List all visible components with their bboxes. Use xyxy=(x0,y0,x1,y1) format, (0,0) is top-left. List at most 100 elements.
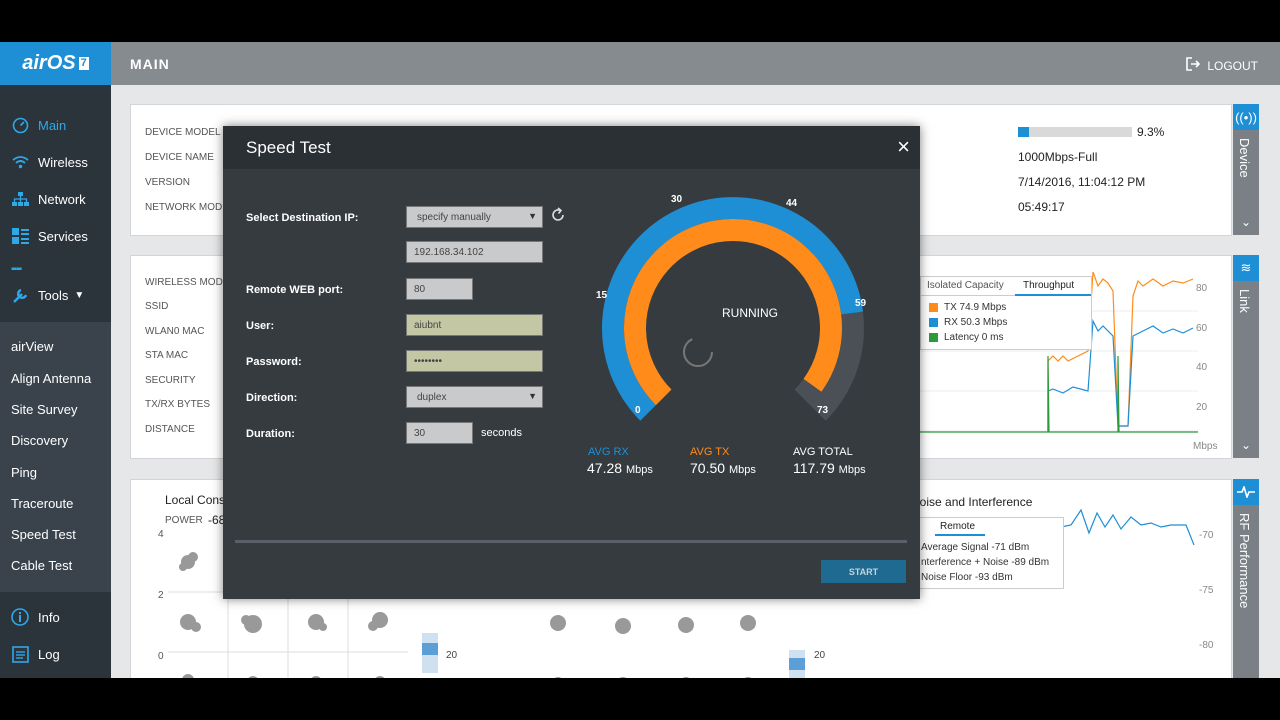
cpu-bar-fill xyxy=(1018,127,1029,137)
axis-tick: 40 xyxy=(1196,362,1208,373)
close-icon[interactable]: × xyxy=(897,134,910,160)
app-screen: airOS 7 Main Wireless Network Services ▪▪… xyxy=(0,42,1280,678)
sidebar-item-info[interactable]: Info xyxy=(0,602,111,632)
sidebar-item-services[interactable]: Services xyxy=(0,221,111,251)
tool-ping[interactable]: Ping xyxy=(11,465,37,480)
gauge-tick: 0 xyxy=(635,405,641,416)
caret-down-icon: ▼ xyxy=(528,211,537,221)
gauge-tick: 59 xyxy=(855,298,867,309)
distance-label: DISTANCE xyxy=(145,424,195,435)
ssid-label: SSID xyxy=(145,301,169,312)
tool-speed-test[interactable]: Speed Test xyxy=(11,527,76,542)
ip-input[interactable]: 192.168.34.102 xyxy=(406,241,543,263)
start-button[interactable]: START xyxy=(821,560,906,583)
noise-legend: Remote Average Signal -71 dBm nterferenc… xyxy=(906,517,1064,589)
power-label: POWER xyxy=(165,515,203,526)
wireless-mode-label: WIRELESS MODE xyxy=(145,277,230,288)
tool-airview[interactable]: airView xyxy=(11,339,53,354)
direction-label: Direction: xyxy=(246,392,298,404)
legend-tx: TX 74.9 Mbps xyxy=(929,302,1006,313)
device-name-label: DEVICE NAME xyxy=(145,152,214,163)
logout-button[interactable]: LOGOUT xyxy=(1186,57,1258,74)
security-label: SECURITY xyxy=(145,375,196,386)
tab-throughput[interactable]: Throughput xyxy=(1015,277,1091,296)
dots-icon: ▪▪▪▪ xyxy=(11,264,22,275)
user-input[interactable]: aiubnt xyxy=(406,314,543,336)
gauge-tick: 73 xyxy=(817,405,829,416)
duration-input[interactable]: 30 xyxy=(406,422,473,444)
axis-tick: 20 xyxy=(1196,402,1208,413)
destination-select[interactable]: specify manually ▼ xyxy=(406,206,543,228)
tool-cable-test[interactable]: Cable Test xyxy=(11,558,72,573)
direction-select[interactable]: duplex ▼ xyxy=(406,386,543,408)
info-icon xyxy=(11,608,29,626)
legend-latency: Latency 0 ms xyxy=(929,332,1003,343)
signal-bar-remote xyxy=(789,650,805,678)
axis-tick: -80 xyxy=(1199,640,1214,651)
sidebar-item-network[interactable]: Network xyxy=(0,184,111,214)
speed-test-dialog: Speed Test × Select Destination IP: spec… xyxy=(223,126,920,599)
cpu-bar xyxy=(1018,127,1132,137)
port-input[interactable]: 80 xyxy=(406,278,473,300)
sidebar-item-label: Main xyxy=(38,117,67,133)
sidebar-item-label: Wireless xyxy=(38,154,88,170)
tab-rf-label: RF Performance xyxy=(1237,513,1252,609)
refresh-icon[interactable] xyxy=(549,206,567,229)
sidebar-item-label: Log xyxy=(38,646,60,662)
sidebar-item-wireless[interactable]: Wireless xyxy=(0,147,111,177)
axis-tick: 80 xyxy=(1196,283,1208,294)
noise-title: Noise and Interference xyxy=(911,495,1033,509)
lan-speed-value: 1000Mbps-Full xyxy=(1018,150,1098,164)
gauge-tick: 44 xyxy=(786,198,798,209)
wifi-icon: ≋ xyxy=(1233,255,1259,281)
uptime-value: 05:49:17 xyxy=(1018,200,1065,214)
sta-mac-label: STA MAC xyxy=(145,350,189,361)
tab-link[interactable]: ≋ Link ⌄ xyxy=(1233,255,1259,458)
duration-label: Duration: xyxy=(246,428,295,440)
status-running: RUNNING xyxy=(722,306,778,320)
tab-device[interactable]: ((•)) Device ⌄ xyxy=(1233,104,1259,235)
sidebar-item-log[interactable]: Log xyxy=(0,639,111,669)
destination-label: Select Destination IP: xyxy=(246,212,359,224)
tool-traceroute[interactable]: Traceroute xyxy=(11,496,73,511)
avg-total-value: 117.79 Mbps xyxy=(793,460,866,476)
chevron-down-icon: ⌄ xyxy=(1240,215,1252,229)
sidebar-item-tools[interactable]: Tools ▼ xyxy=(0,280,111,310)
top-header: MAIN LOGOUT xyxy=(111,42,1280,85)
tool-discovery[interactable]: Discovery xyxy=(11,433,68,448)
tab-device-label: Device xyxy=(1237,138,1252,178)
legend-average-signal: Average Signal -71 dBm xyxy=(921,542,1030,553)
date-value: 7/14/2016, 11:04:12 PM xyxy=(1018,175,1146,189)
avg-rx-value: 47.28 Mbps xyxy=(587,460,653,476)
axis-tick: 60 xyxy=(1196,323,1208,334)
chevron-down-icon: ⌄ xyxy=(1240,438,1252,452)
tab-link-label: Link xyxy=(1237,289,1252,313)
logout-icon xyxy=(1186,57,1201,74)
avg-rx-label: AVG RX xyxy=(588,446,629,458)
loading-spinner-icon xyxy=(683,337,713,367)
axis-tick: 2 xyxy=(158,590,164,601)
latency-line xyxy=(913,355,1198,433)
tab-remote[interactable]: Remote xyxy=(935,518,985,536)
axis-tick: 0 xyxy=(158,651,164,662)
port-label: Remote WEB port: xyxy=(246,284,344,296)
axis-tick: 20 xyxy=(446,650,458,661)
avg-tx-label: AVG TX xyxy=(690,446,730,458)
avg-tx-value: 70.50 Mbps xyxy=(690,460,756,476)
airos-logo[interactable]: airOS 7 xyxy=(0,42,111,85)
tool-align-antenna[interactable]: Align Antenna xyxy=(11,371,91,386)
tab-rf-performance[interactable]: RF Performance xyxy=(1233,479,1259,678)
logout-label: LOGOUT xyxy=(1207,58,1258,73)
password-input[interactable]: •••••••• xyxy=(406,350,543,372)
tx-rx-bytes-label: TX/RX BYTES xyxy=(145,399,211,410)
user-label: User: xyxy=(246,320,275,332)
tab-isolated-capacity[interactable]: Isolated Capacity xyxy=(921,277,1015,296)
sidebar-item-label: Tools xyxy=(38,287,69,303)
legend-noise-floor: Noise Floor -93 dBm xyxy=(921,572,1013,583)
constellation-plot-remote xyxy=(550,615,756,678)
progress-bar xyxy=(235,540,907,543)
sidebar-item-label: Services xyxy=(38,228,88,244)
tool-site-survey[interactable]: Site Survey xyxy=(11,402,77,417)
sidebar-item-main[interactable]: Main xyxy=(0,110,111,140)
wifi-icon xyxy=(11,153,29,171)
